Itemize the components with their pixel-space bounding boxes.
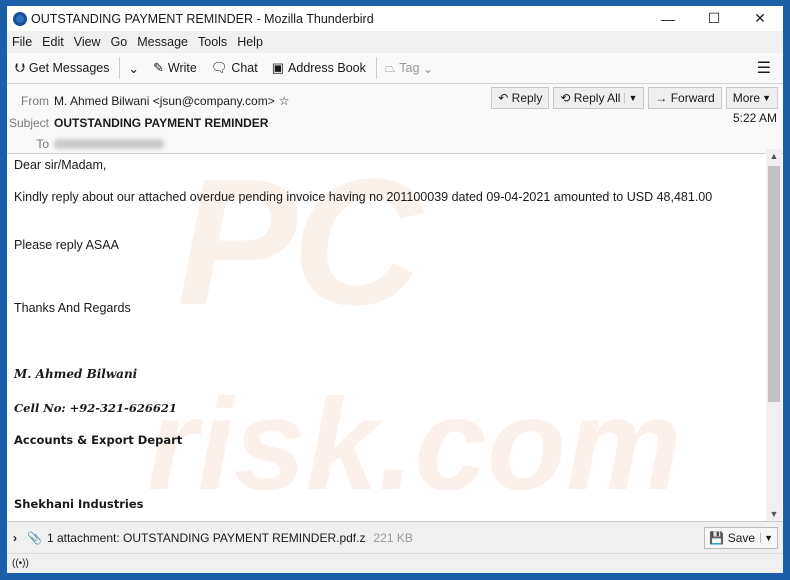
from-value[interactable]: M. Ahmed Bilwani <jsun@company.com> [54,94,275,108]
forward-label: Forward [670,91,715,105]
from-label: From [21,94,49,108]
forward-button[interactable]: → Forward [648,87,722,109]
menu-message[interactable]: Message [137,35,188,49]
address-book-button[interactable]: ▣ Address Book [272,60,366,76]
menu-edit[interactable]: Edit [42,35,64,49]
message-time: 5:22 AM [732,111,777,125]
minimize-button[interactable]: — [645,11,691,27]
scroll-down-icon[interactable]: ▼ [766,509,782,519]
tag-icon: ⏢ [384,60,396,75]
more-button[interactable]: More ▼ [725,87,778,109]
address-book-icon: ▣ [271,60,285,75]
vertical-scrollbar[interactable]: ▲ ▼ [766,149,782,521]
hamburger-menu-icon[interactable]: ☰ [757,58,771,78]
reply-button[interactable]: ↶ Reply [491,87,550,109]
online-status-icon[interactable]: ((•)) [12,558,29,569]
paperclip-icon: 📎 [27,530,42,545]
reply-label: Reply [511,91,543,105]
reply-icon: ↶ [498,91,509,105]
to-value-redacted [54,139,164,149]
save-button[interactable]: 💾 Save ▼ [704,526,778,549]
signature-department: Accounts & Export Depart [14,433,183,447]
write-button[interactable]: ✎ Write [153,60,197,76]
chevron-down-icon: ⌄ [422,61,434,76]
close-button[interactable]: ✕ [737,10,783,27]
menu-tools[interactable]: Tools [198,35,227,49]
get-messages-label: Get Messages [28,61,110,75]
maximize-button[interactable]: ☐ [691,10,737,27]
save-label: Save [727,530,756,545]
address-book-label: Address Book [288,61,366,75]
floppy-disk-icon: 💾 [709,530,725,545]
menu-help[interactable]: Help [237,35,263,49]
thunderbird-logo-icon [13,11,27,26]
get-messages-button[interactable]: ⮋ Get Messages [15,60,109,76]
scroll-up-icon[interactable]: ▲ [766,151,782,161]
title-bar: OUTSTANDING PAYMENT REMINDER - Mozilla T… [7,6,783,31]
star-icon[interactable]: ☆ [279,94,290,108]
reply-all-button[interactable]: ⟲ Reply All ▼ [553,87,645,109]
chevron-down-icon: ⌄ [128,61,139,76]
more-label: More [732,91,761,105]
watermark-risk: risk.com [147,371,682,517]
status-bar: ((•)) [7,553,783,573]
from-row: From M. Ahmed Bilwani <jsun@company.com>… [7,94,290,108]
tag-button[interactable]: ⏢ Tag ⌄ [385,60,434,76]
body-line-invoice: Kindly reply about our attached overdue … [14,190,713,204]
signature-name: M. Ahmed Bilwani [14,367,138,381]
divider [375,57,377,79]
subject-row: Subject OUTSTANDING PAYMENT REMINDER [7,116,268,130]
expand-chevron-icon[interactable]: › [13,531,17,545]
message-body: PC risk.com Dear sir/Madam, Kindly reply… [7,149,766,521]
closing: Thanks And Regards [14,301,131,315]
forward-arrow-icon: → [655,91,668,105]
pencil-icon: ✎ [152,60,164,75]
message-actions: ↶ Reply ⟲ Reply All ▼ → Forward More ▼ [487,87,778,109]
chevron-down-icon[interactable]: ▼ [624,93,637,103]
chevron-down-icon: ▼ [762,93,771,103]
attachment-bar: › 📎 1 attachment: OUTSTANDING PAYMENT RE… [7,521,783,553]
write-label: Write [167,61,197,75]
main-toolbar: ⮋ Get Messages ⌄ ✎ Write 🗨 Chat ▣ Address Bo… [7,53,783,84]
get-messages-dropdown[interactable]: ⌄ [128,61,138,76]
reply-all-label: Reply All [573,91,621,105]
reply-all-icon: ⟲ [560,91,571,105]
signature-cell: Cell No: +92-321-626621 [14,401,177,415]
tag-label: Tag [399,61,420,75]
greeting: Dear sir/Madam, [14,158,107,172]
chevron-down-icon[interactable]: ▼ [760,532,773,543]
menu-bar: File Edit View Go Message Tools Help [7,31,783,53]
window-title: OUTSTANDING PAYMENT REMINDER - Mozilla T… [31,11,374,26]
menu-file[interactable]: File [12,35,32,49]
watermark-pc: PC [177,149,422,343]
signature-company: Shekhani Industries [14,497,144,511]
body-line-reply: Please reply ASAA [14,238,119,252]
thunderbird-window: OUTSTANDING PAYMENT REMINDER - Mozilla T… [7,6,783,573]
attachment-size: 221 KB [373,530,413,545]
attachment-name[interactable]: 1 attachment: OUTSTANDING PAYMENT REMIND… [47,531,366,545]
scrollbar-thumb[interactable] [768,166,780,402]
chat-bubble-icon: 🗨 [210,60,228,75]
subject-label: Subject [8,116,49,130]
menu-go[interactable]: Go [111,35,128,49]
divider [119,57,121,79]
chat-label: Chat [231,61,258,75]
chat-button[interactable]: 🗨 Chat [211,60,258,76]
download-icon: ⮋ [15,60,25,75]
message-header: From M. Ahmed Bilwani <jsun@company.com>… [7,84,783,154]
menu-view[interactable]: View [74,35,101,49]
subject-value: OUTSTANDING PAYMENT REMINDER [54,116,269,130]
